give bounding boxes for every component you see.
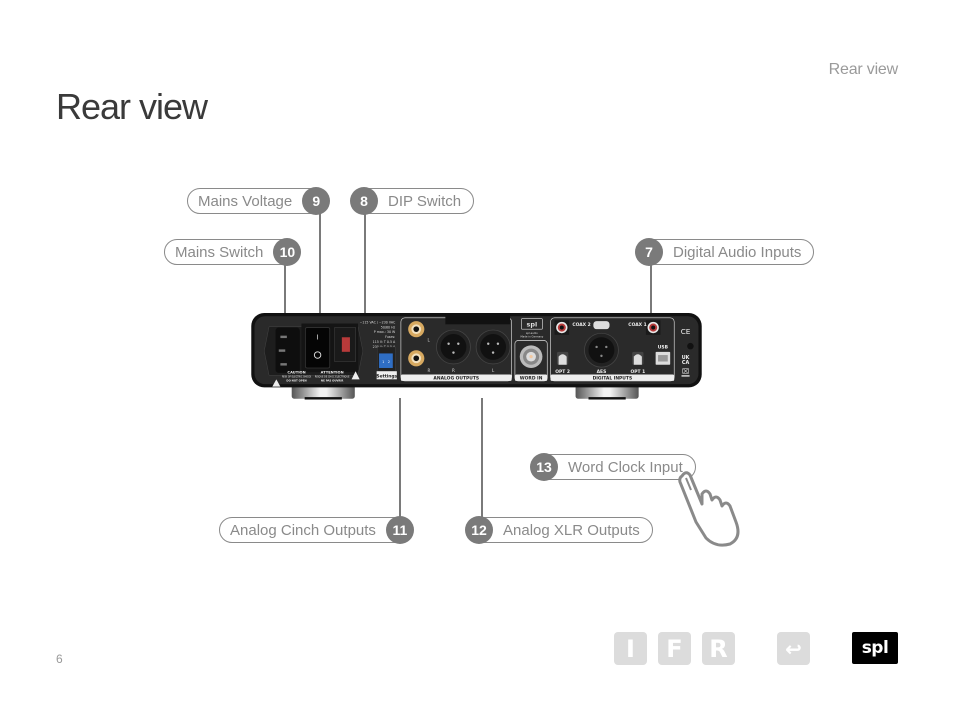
page-number: 6 — [56, 652, 63, 666]
svg-text:OPT 1: OPT 1 — [630, 369, 645, 375]
svg-text:OPT 2: OPT 2 — [555, 369, 570, 375]
svg-text:1: 1 — [382, 360, 384, 364]
ce-mark: CE — [681, 327, 691, 336]
svg-text:NE PAS OUVRIR: NE PAS OUVRIR — [321, 379, 343, 383]
dip-switch[interactable]: 1 2 Settings — [376, 346, 398, 380]
callout-number-badge: 11 — [385, 516, 414, 544]
callout-number-badge: 9 — [302, 187, 331, 215]
device-rear-panel: I ~115 VAC / ~230 VAC 50/60 Hz P max.: 3… — [251, 313, 702, 400]
svg-text:COAX 2: COAX 2 — [572, 322, 590, 328]
callout-label: Analog XLR Outputs — [503, 521, 640, 539]
leader-line-mains-voltage — [319, 214, 321, 322]
leader-line-xlr — [481, 398, 483, 518]
spl-logo-text: spl — [861, 638, 889, 658]
power-label-line: P max.: 30 W — [374, 330, 396, 334]
usb-input[interactable]: USB — [655, 345, 671, 365]
nav-button-front[interactable]: F — [658, 632, 691, 665]
callout-label: Mains Switch — [175, 243, 264, 261]
power-label-line: 50/60 Hz — [381, 325, 396, 329]
callout-digital-audio-inputs[interactable]: 7 Digital Audio Inputs — [635, 238, 815, 266]
power-label-line: 115 V: T 0.5 A — [373, 340, 396, 344]
opt1-input[interactable]: OPT 1 — [630, 351, 645, 375]
svg-text:Made in Germany: Made in Germany — [520, 334, 543, 338]
svg-text:WORD IN: WORD IN — [520, 376, 543, 382]
callout-number-badge: 7 — [635, 238, 663, 266]
switch-on-label: I — [317, 333, 319, 342]
svg-text:CA: CA — [682, 360, 690, 366]
svg-text:R: R — [428, 368, 431, 373]
nav-button-index[interactable]: I — [614, 632, 647, 665]
opt2-input[interactable]: OPT 2 — [555, 351, 570, 375]
svg-text:ATTENTION: ATTENTION — [321, 371, 344, 375]
svg-text:RISK OF ELECTRIC SHOCK: RISK OF ELECTRIC SHOCK — [282, 376, 312, 379]
callout-word-clock-input[interactable]: 13 Word Clock Input — [530, 453, 696, 481]
weee-bin-icon: ⌧ — [682, 368, 689, 376]
callout-mains-voltage[interactable]: Mains Voltage 9 — [187, 187, 331, 215]
callout-number-badge: 8 — [350, 187, 378, 215]
nav-button-back[interactable]: ↩ — [777, 632, 810, 665]
callout-label: Word Clock Input — [568, 458, 683, 476]
callout-dip-switch[interactable]: 8 DIP Switch — [350, 187, 475, 215]
callout-analog-xlr-outputs[interactable]: 12 Analog XLR Outputs — [465, 516, 653, 544]
callout-mains-switch[interactable]: Mains Switch 10 — [164, 238, 302, 266]
callout-label: Mains Voltage — [198, 192, 293, 210]
analog-outputs-label: ANALOG OUTPUTS — [433, 376, 479, 382]
svg-text:AES: AES — [597, 369, 607, 375]
fuse-holder — [334, 327, 357, 362]
pointing-hand-icon — [678, 471, 740, 547]
callout-label: DIP Switch — [388, 192, 462, 210]
nav-button-rear[interactable]: R — [702, 632, 735, 665]
header-section-title: Rear view — [828, 61, 899, 78]
callout-number-badge: 13 — [530, 453, 558, 481]
mains-switch[interactable]: I — [305, 327, 331, 369]
page-title: Rear view — [56, 86, 208, 127]
leader-line-dip-switch — [364, 214, 366, 324]
spl-logo[interactable]: spl — [852, 632, 898, 664]
svg-text:spl.audio: spl.audio — [526, 331, 538, 335]
power-label-line: Fuses: — [385, 335, 395, 339]
callout-number-badge: 12 — [465, 516, 493, 544]
callout-label: Digital Audio Inputs — [673, 243, 802, 261]
leader-line-cinch — [399, 398, 401, 518]
svg-text:DO NOT OPEN: DO NOT OPEN — [286, 379, 306, 383]
svg-text:COAX 1: COAX 1 — [628, 322, 646, 328]
svg-text:CAUTION: CAUTION — [287, 371, 305, 375]
callout-analog-cinch-outputs[interactable]: Analog Cinch Outputs 11 — [219, 516, 414, 544]
digital-inputs-label: DIGITAL INPUTS — [593, 376, 633, 382]
power-label-line: ~115 VAC / ~230 VAC — [360, 321, 396, 325]
callout-label: Analog Cinch Outputs — [230, 521, 376, 539]
callout-number-badge: 10 — [273, 238, 302, 266]
settings-label: Settings — [376, 374, 397, 380]
svg-text:spl: spl — [527, 321, 538, 329]
svg-text:USB: USB — [658, 345, 669, 351]
svg-text:R: R — [452, 368, 455, 373]
svg-text:2: 2 — [388, 360, 390, 364]
svg-text:RISQUE DE CHOC ÉLECTRIQUE: RISQUE DE CHOC ÉLECTRIQUE — [315, 376, 350, 379]
